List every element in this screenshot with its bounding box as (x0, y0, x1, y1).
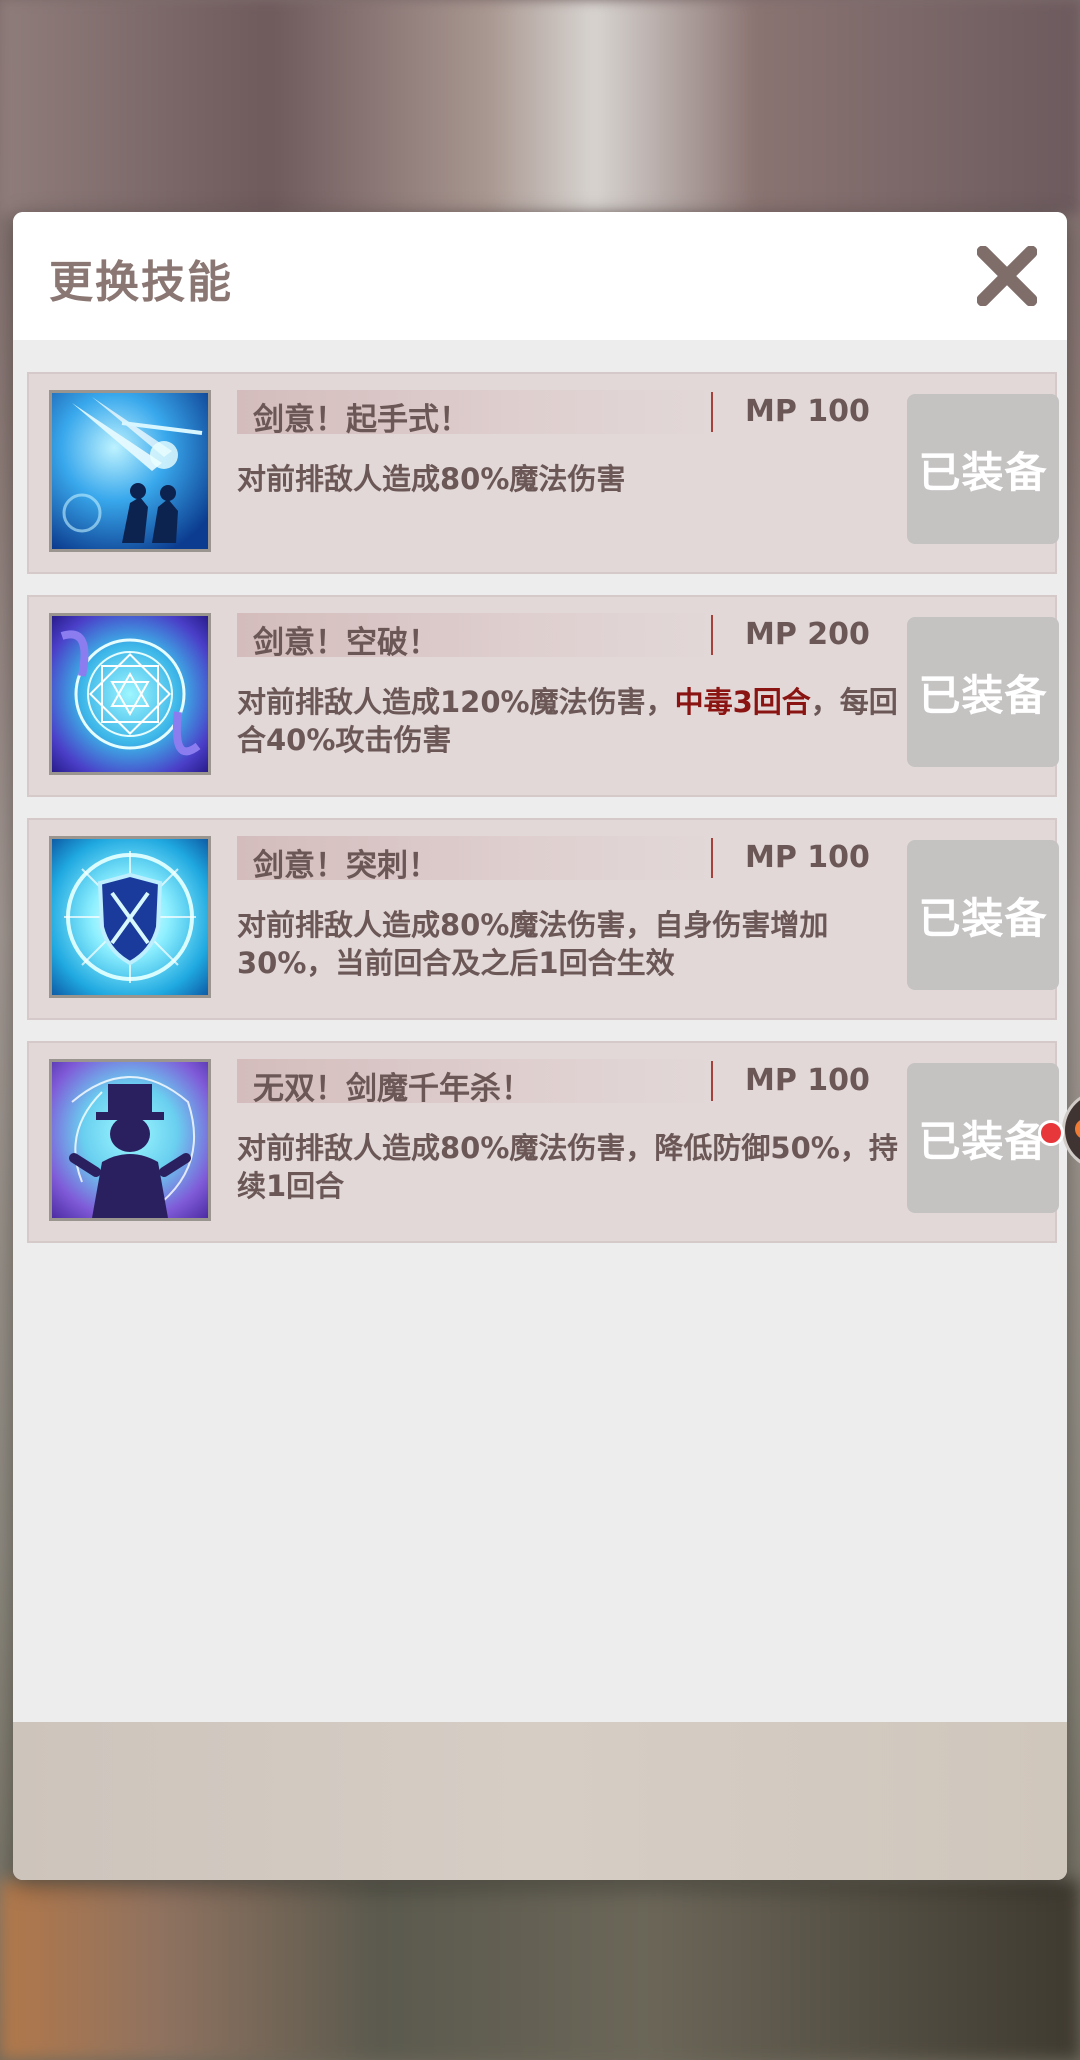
divider (711, 392, 713, 432)
skill-description-text: 对前排敌人造成80%魔法伤害，降低防御50%，持续1回合 (237, 1131, 898, 1203)
skill-name: 剑意！空破！ (253, 625, 439, 661)
magic-circle-icon (49, 613, 211, 775)
dialog-title: 更换技能 (49, 257, 233, 308)
close-button[interactable] (971, 240, 1043, 312)
equipped-button[interactable]: 已装备 (907, 394, 1059, 544)
hat-figure-icon (49, 1059, 211, 1221)
divider (711, 1061, 713, 1101)
skill-description: 对前排敌人造成80%魔法伤害，降低防御50%，持续1回合 (237, 1129, 907, 1205)
dialog-footer (13, 1722, 1067, 1880)
divider (711, 838, 713, 878)
skill-description-text: 对前排敌人造成120%魔法伤害， (237, 685, 675, 719)
skill-description-text: 对前排敌人造成80%魔法伤害 (237, 462, 626, 496)
skill-description: 对前排敌人造成120%魔法伤害，中毒3回合，每回合40%攻击伤害 (237, 683, 907, 759)
skill-mp-cost: MP 100 (745, 1063, 870, 1098)
skill-card: 剑意！起手式！ MP 100 对前排敌人造成80%魔法伤害 已装备 (27, 372, 1059, 574)
sword-slash-silhouettes-icon (49, 390, 211, 552)
close-x-icon (977, 246, 1037, 306)
change-skill-dialog: 更换技能 剑意！起手式！ MP 100 对前排敌人造成80%魔法伤害 已装备 剑… (13, 212, 1067, 1880)
skill-description-highlight: 中毒3回合 (674, 685, 811, 719)
divider (711, 615, 713, 655)
skill-mp-cost: MP 100 (745, 840, 870, 875)
dialog-header: 更换技能 (13, 212, 1067, 340)
background-bottom (0, 1880, 1080, 2060)
equipped-button[interactable]: 已装备 (907, 840, 1059, 990)
notification-dot (1038, 1120, 1064, 1146)
skill-card: 剑意！突刺！ MP 100 对前排敌人造成80%魔法伤害，自身伤害增加30%，当… (27, 818, 1059, 1020)
skill-description: 对前排敌人造成80%魔法伤害，自身伤害增加30%，当前回合及之后1回合生效 (237, 906, 907, 982)
skill-description-text: 对前排敌人造成80%魔法伤害，自身伤害增加30%，当前回合及之后1回合生效 (237, 908, 829, 980)
equipped-button[interactable]: 已装备 (907, 1063, 1059, 1213)
shield-burst-icon (49, 836, 211, 998)
skill-name: 无双！剑魔千年杀！ (253, 1071, 532, 1107)
skill-description: 对前排敌人造成80%魔法伤害 (237, 460, 907, 498)
skill-name: 剑意！起手式！ (253, 402, 470, 438)
background-top (0, 0, 1080, 214)
skill-mp-cost: MP 100 (745, 394, 870, 429)
skill-card: 无双！剑魔千年杀！ MP 100 对前排敌人造成80%魔法伤害，降低防御50%，… (27, 1041, 1059, 1243)
skill-name: 剑意！突刺！ (253, 848, 439, 884)
skill-card: 剑意！空破！ MP 200 对前排敌人造成120%魔法伤害，中毒3回合，每回合4… (27, 595, 1059, 797)
skill-mp-cost: MP 200 (745, 617, 870, 652)
equipped-button[interactable]: 已装备 (907, 617, 1059, 767)
